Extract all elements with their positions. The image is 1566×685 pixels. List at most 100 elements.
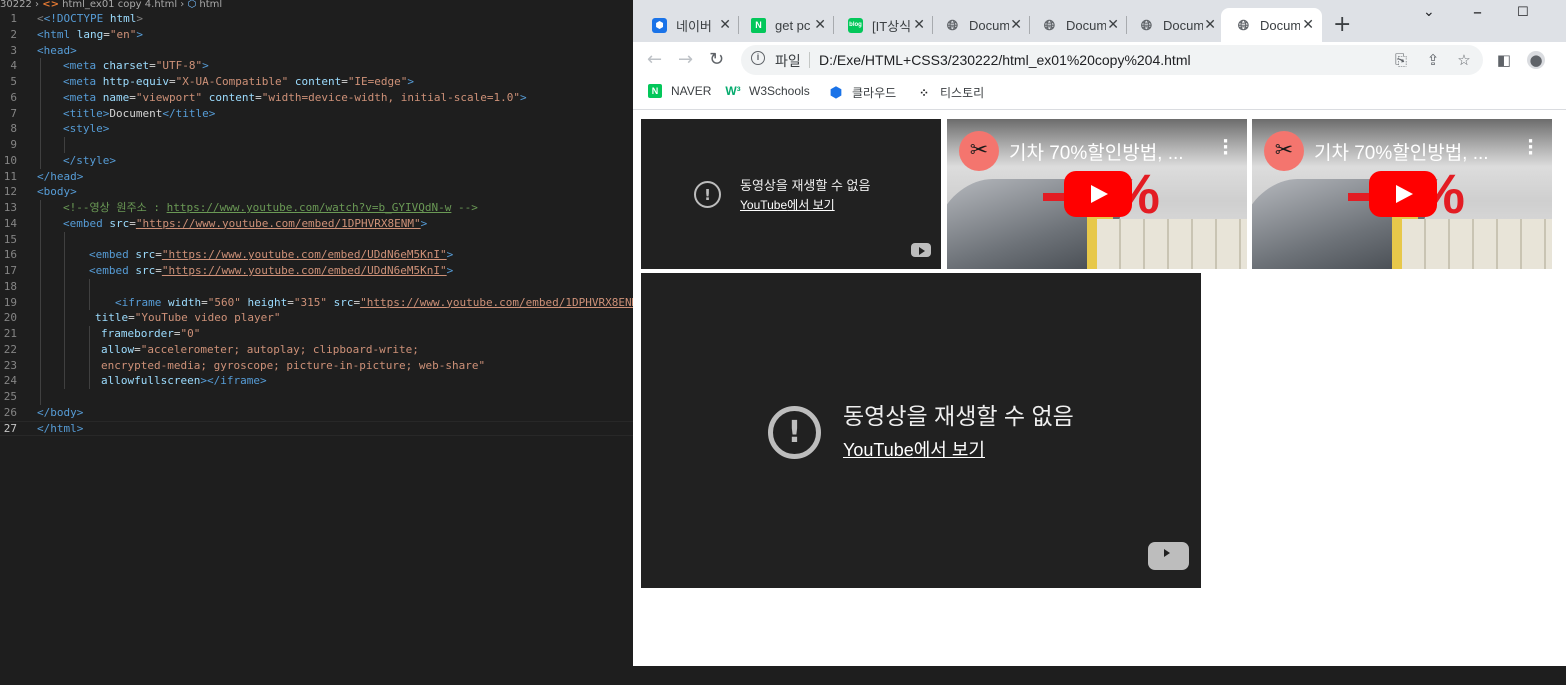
back-button[interactable]: ←	[647, 49, 662, 70]
line-number: 12	[3, 185, 17, 199]
code-line: 4 <meta charset="UTF-8">	[0, 58, 633, 74]
style-open-tag: <style>	[63, 122, 110, 136]
bookmark-star-icon[interactable]: ☆	[1455, 51, 1473, 69]
bookmark-naver[interactable]: N NAVER	[648, 84, 711, 98]
embed-src-link[interactable]: "https://www.youtube.com/embed/1DPHVRX8E…	[136, 217, 421, 230]
profile-avatar-icon[interactable]: ●	[1527, 51, 1545, 69]
code-line: 20 title="YouTube video player"	[0, 310, 633, 326]
line-number: 24	[3, 374, 17, 388]
code-line: 22 allow="accelerometer; autoplay; clipbo…	[0, 341, 633, 358]
attr-value: "viewport"	[135, 90, 203, 104]
watch-on-youtube-link[interactable]: YouTube에서 보기	[843, 436, 985, 462]
tab-document-active[interactable]: 🌐︎ Docum ✕	[1221, 8, 1322, 42]
tab-it-blog[interactable]: blog [IT상식 ✕	[829, 8, 933, 42]
side-panel-icon[interactable]: ◧	[1495, 51, 1513, 69]
youtube-logo-icon[interactable]	[911, 243, 931, 257]
attr-name: name	[102, 90, 130, 104]
tab-naver[interactable]: ⬢ 네이버 ✕	[633, 8, 739, 42]
line-number: 10	[3, 153, 17, 167]
line-number: 7	[10, 106, 17, 120]
code-line: 12 <body>	[0, 184, 633, 200]
attr-name: content	[294, 75, 342, 88]
html-open-tag: <html	[37, 27, 71, 41]
reload-button[interactable]: ↻	[709, 49, 724, 70]
channel-scissors-icon[interactable]: ✂	[1264, 131, 1304, 171]
breadcrumb: 30222 › <> html_ex01 copy 4.html › ⬡ htm…	[0, 0, 633, 11]
code-line: 14 <embed src="https://www.youtube.com/em…	[0, 215, 633, 232]
bookmark-tistory[interactable]: ⁘ 티스토리	[917, 84, 984, 101]
embed-player-error[interactable]: ! 동영상을 재생할 수 없음 YouTube에서 보기	[641, 119, 941, 269]
tab-search-chevron-icon[interactable]: ⌄	[1423, 4, 1435, 20]
close-icon[interactable]: ✕	[1010, 17, 1022, 33]
forward-button[interactable]: →	[678, 49, 693, 70]
code-line: 11 </head>	[0, 169, 633, 185]
tab-get-pc[interactable]: N get pc ✕	[732, 8, 834, 42]
attr-value: "YouTube video player"	[134, 311, 281, 325]
play-button[interactable]	[1369, 171, 1437, 217]
bookmark-label: W3Schools	[749, 84, 810, 98]
tab-document-3[interactable]: 🌐︎ Docum ✕	[1120, 8, 1224, 42]
link-brand: YouTube	[740, 198, 788, 212]
youtube-logo-icon[interactable]	[1148, 542, 1189, 570]
element-cube-icon: ⬡	[187, 0, 197, 10]
close-icon[interactable]: ✕	[1204, 17, 1216, 33]
code-line: 1 <<!DOCTYPE html>	[0, 11, 633, 27]
play-button[interactable]	[1064, 171, 1132, 217]
breadcrumb-element[interactable]: html	[199, 0, 222, 10]
watch-on-youtube-link[interactable]: YouTube에서 보기	[740, 196, 835, 213]
embed-src-link[interactable]: "https://www.youtube.com/embed/UDdN6eM5K…	[162, 264, 447, 277]
line-number: 19	[3, 295, 17, 309]
attr-value: "accelerometer; autoplay; clipboard-writ…	[140, 342, 419, 356]
code-editor[interactable]: 30222 › <> html_ex01 copy 4.html › ⬡ htm…	[0, 0, 633, 685]
code-line: 23 encrypted-media; gyroscope; picture-in…	[0, 357, 633, 374]
comment-link[interactable]: https://www.youtube.com/watch?v=b_GYIVQd…	[167, 201, 452, 214]
code-area[interactable]: 1 <<!DOCTYPE html> 2 <html lang="en"> 3 <he…	[0, 11, 633, 437]
address-url[interactable]: D:/Exe/HTML+CSS3/230222/html_ex01%20copy…	[819, 52, 1191, 68]
video-title[interactable]: 기차 70%할인방법, ...	[1314, 138, 1489, 165]
channel-scissors-icon[interactable]: ✂	[959, 131, 999, 171]
comment-text: <!--영상 원주소 :	[63, 201, 167, 214]
embed-player-video[interactable]: 0% ✂ 기차 70%할인방법, ... ···	[947, 119, 1247, 269]
line-number: 16	[3, 248, 17, 262]
close-icon[interactable]: ✕	[814, 17, 826, 33]
bookmark-cloud[interactable]: ⬢ 클라우드	[829, 84, 896, 101]
code-line: 15	[0, 231, 633, 248]
breadcrumb-file[interactable]: html_ex01 copy 4.html	[62, 0, 177, 10]
attr-value: "width=device-width, initial-scale=1.0"	[261, 90, 520, 104]
body-close-tag: </body>	[37, 405, 84, 419]
embed-src-link[interactable]: "https://www.youtube.com/embed/UDdN6eM5K…	[162, 248, 447, 261]
video-title[interactable]: 기차 70%할인방법, ...	[1009, 138, 1184, 165]
maximize-button[interactable]: ☐	[1517, 5, 1529, 20]
bookmark-w3schools[interactable]: W³ W3Schools	[725, 84, 810, 98]
address-bar[interactable]: i 파일 D:/Exe/HTML+CSS3/230222/html_ex01%2…	[741, 45, 1483, 75]
naver-blue-icon: ⬢	[652, 17, 667, 33]
bookmark-label: 티스토리	[940, 86, 985, 100]
bookmarks-bar: N NAVER W³ W3Schools ⬢ 클라우드 ⁘ 티스토리	[633, 78, 1566, 110]
cloud-hex-icon: ⬢	[829, 84, 843, 100]
minimize-button[interactable]: –	[1473, 2, 1482, 23]
new-tab-button[interactable]: +	[1333, 12, 1351, 37]
close-icon[interactable]: ✕	[913, 17, 925, 33]
share-icon[interactable]: ⇪	[1424, 51, 1442, 69]
link-brand: YouTube	[843, 440, 914, 460]
tab-document-2[interactable]: 🌐︎ Docum ✕	[1023, 8, 1127, 42]
close-icon[interactable]: ✕	[1302, 17, 1314, 33]
embed-player-video[interactable]: 0% ✂ 기차 70%할인방법, ... ···	[1252, 119, 1552, 269]
html-close-tag: </html>	[37, 421, 84, 435]
alert-icon: !	[768, 406, 821, 459]
tab-strip: ⬢ 네이버 ✕ N get pc ✕ blog [IT상식 ✕ 🌐︎ Docum…	[633, 0, 1566, 42]
iframe-src-link[interactable]: "https://www.youtube.com/embed/1DPHVRX8E…	[360, 296, 633, 309]
info-icon[interactable]: i	[751, 51, 765, 65]
close-icon[interactable]: ✕	[1107, 17, 1119, 33]
globe-icon: 🌐︎	[1140, 16, 1153, 33]
iframe-player-error[interactable]: ! 동영상을 재생할 수 없음 YouTube에서 보기	[641, 273, 1201, 588]
line-number: 21	[3, 327, 17, 340]
more-options-icon[interactable]: · · ·	[1222, 133, 1229, 163]
tab-document-1[interactable]: 🌐︎ Docum ✕	[926, 8, 1030, 42]
close-icon[interactable]: ✕	[719, 17, 731, 33]
browser-toolbar: ← → ↻ i 파일 D:/Exe/HTML+CSS3/230222/html_…	[633, 42, 1566, 78]
translate-icon[interactable]: ⎘	[1392, 51, 1410, 69]
attr-name: content	[208, 90, 256, 104]
more-options-icon[interactable]: · · ·	[1527, 133, 1534, 163]
breadcrumb-folder[interactable]: 30222	[0, 0, 32, 10]
